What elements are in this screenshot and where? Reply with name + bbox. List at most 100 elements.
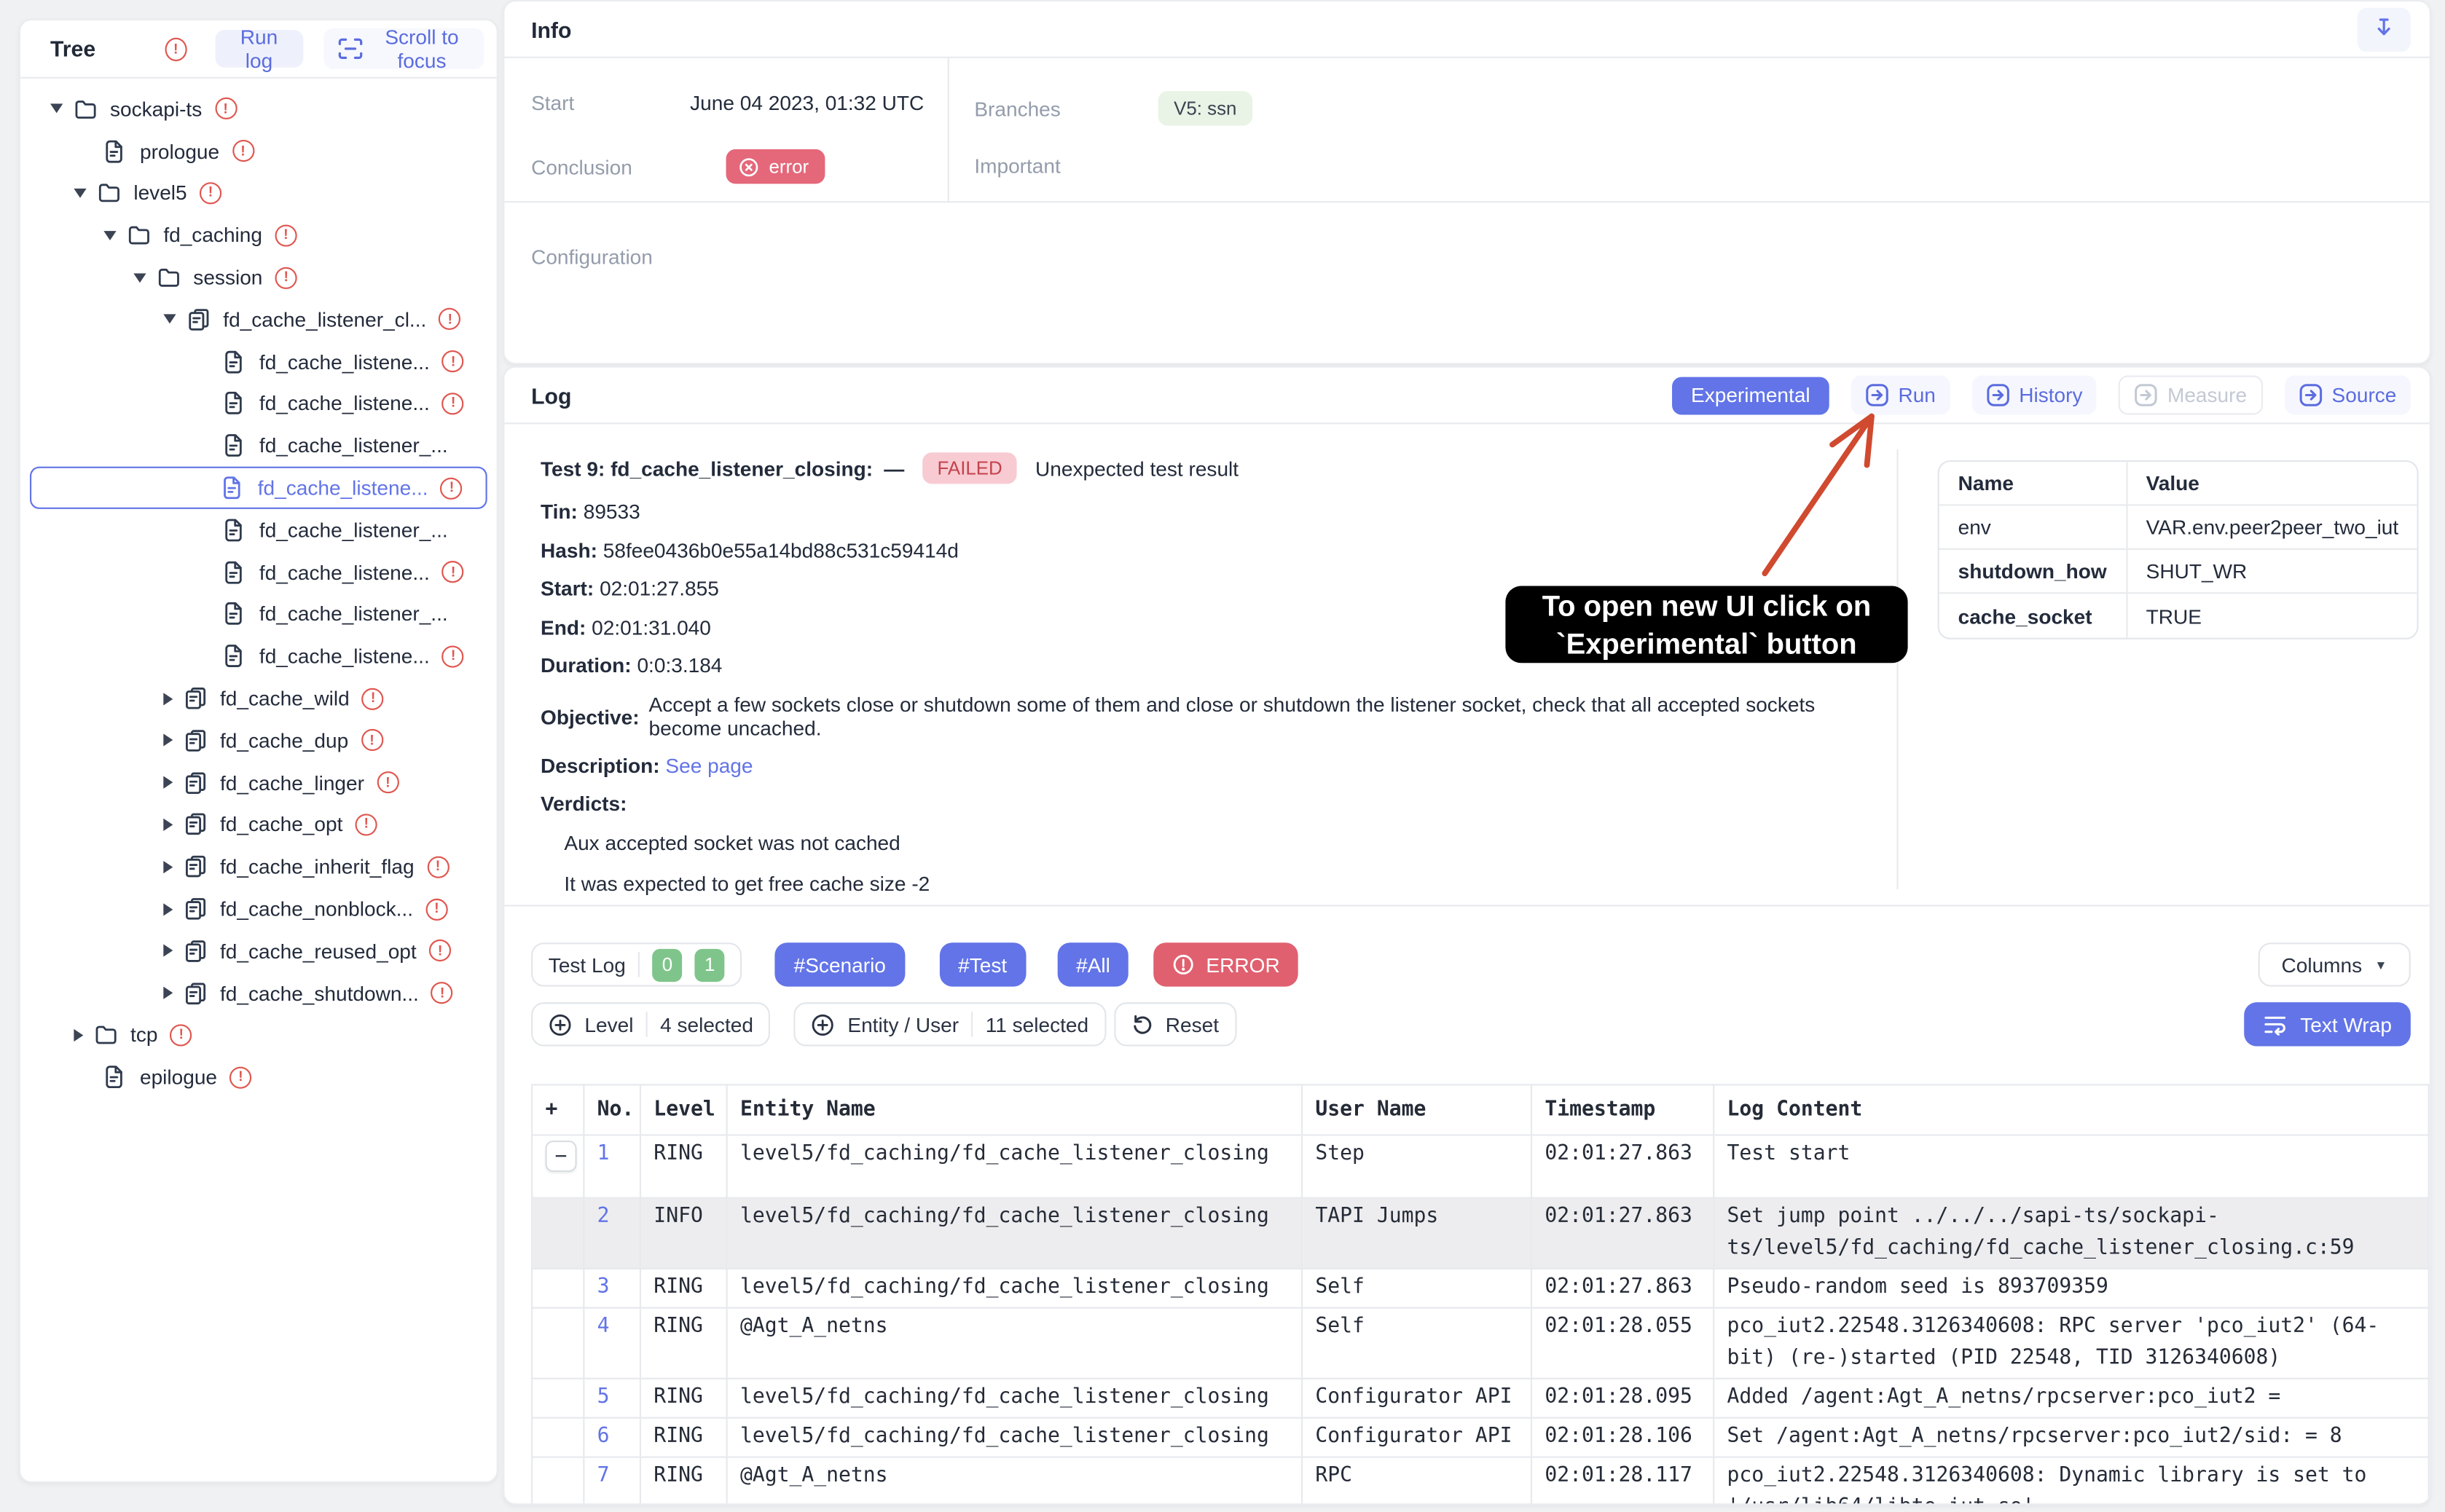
caret-down-icon[interactable]: [74, 189, 86, 198]
details-divider: [1896, 449, 1898, 889]
caret-right-icon[interactable]: [163, 776, 173, 789]
download-button[interactable]: [2358, 7, 2411, 51]
tree-item[interactable]: fd_cache_listener_cl...!: [20, 299, 497, 341]
log-row: 2INFOlevel5/fd_caching/fd_cache_listener…: [532, 1198, 2428, 1269]
tree-item-label: fd_cache_listener_...: [259, 434, 448, 457]
caret-right-icon[interactable]: [163, 902, 173, 915]
scenario-filter-button[interactable]: #Scenario: [775, 942, 905, 986]
entity-name-cell: level5/fd_caching/fd_cache_listener_clos…: [727, 1418, 1302, 1457]
folder-icon: [94, 1025, 119, 1045]
divider: [971, 1012, 973, 1037]
caret-right-icon[interactable]: [74, 1029, 83, 1042]
error-icon: !: [200, 182, 221, 204]
caret-right-icon[interactable]: [163, 734, 173, 747]
measure-button[interactable]: Measure: [2119, 376, 2263, 415]
tree-item[interactable]: epilogue!: [20, 1056, 497, 1098]
tree-item[interactable]: fd_cache_listene...!: [20, 551, 497, 594]
caret-right-icon[interactable]: [163, 945, 173, 957]
tree-item[interactable]: session!: [20, 256, 497, 299]
tree-item[interactable]: fd_cache_wild!: [20, 677, 497, 720]
caret-right-icon[interactable]: [163, 819, 173, 831]
log-header: Log Experimental Run History Measure S: [504, 368, 2429, 425]
tree-item[interactable]: fd_cache_shutdown...!: [20, 972, 497, 1015]
text-wrap-button[interactable]: Text Wrap: [2244, 1002, 2411, 1046]
collapse-row-button[interactable]: −: [545, 1141, 576, 1172]
caret-down-icon[interactable]: [103, 231, 116, 240]
tree-item[interactable]: fd_cache_dup!: [20, 720, 497, 762]
tree-item[interactable]: prologue!: [20, 130, 497, 173]
log-row: 7RING@Agt_A_netnsRPC02:01:28.117pco_iut2…: [532, 1457, 2428, 1505]
timestamp-cell: 02:01:28.095: [1531, 1379, 1714, 1418]
tree-item[interactable]: fd_caching!: [20, 214, 497, 256]
scroll-to-focus-button[interactable]: Scroll to focus: [323, 28, 484, 69]
tree-item[interactable]: fd_cache_listene...!: [20, 635, 497, 677]
tree-item[interactable]: fd_cache_listene...!: [30, 467, 487, 509]
see-page-link[interactable]: See page: [665, 753, 753, 776]
caret-right-icon[interactable]: [163, 987, 173, 999]
conclusion-label: Conclusion: [531, 154, 632, 178]
tree-item[interactable]: fd_cache_opt!: [20, 803, 497, 846]
test-log-pill[interactable]: Test Log 0 1: [531, 942, 742, 986]
timestamp-cell: 02:01:27.863: [1531, 1135, 1714, 1197]
history-button[interactable]: History: [1972, 376, 2097, 415]
test-filter-button[interactable]: #Test: [939, 942, 1026, 986]
caret-right-icon[interactable]: [163, 860, 173, 873]
all-filter-button[interactable]: #All: [1057, 942, 1129, 986]
tree-item-label: fd_caching: [163, 224, 262, 247]
row-number-link[interactable]: 3: [584, 1269, 640, 1308]
arrow-box-icon: [2135, 383, 2158, 406]
tree-item[interactable]: fd_cache_listener_...: [20, 425, 497, 467]
tree-item[interactable]: fd_cache_listener_...: [20, 509, 497, 551]
row-number-link[interactable]: 1: [584, 1135, 640, 1197]
tree-item-label: fd_cache_wild: [220, 687, 350, 710]
source-button[interactable]: Source: [2285, 376, 2411, 415]
log-row: 4RING@Agt_A_netnsSelf02:01:28.055pco_iut…: [532, 1308, 2428, 1379]
suite-icon: [184, 897, 209, 921]
duration-value: 0:0:3.184: [637, 653, 722, 677]
verdict-item: It was expected to get free cache size -…: [564, 872, 1876, 895]
reset-button[interactable]: Reset: [1114, 1002, 1236, 1046]
tree-item[interactable]: fd_cache_reused_opt!: [20, 930, 497, 972]
row-number-link[interactable]: 7: [584, 1457, 640, 1505]
tree-item[interactable]: fd_cache_listene...!: [20, 382, 497, 425]
annotation-callout: To open new UI click on `Experimental` b…: [1505, 586, 1907, 664]
columns-dropdown[interactable]: Columns ▼: [2258, 942, 2411, 986]
entity-user-filter-pill[interactable]: Entity / User 11 selected: [794, 1002, 1106, 1046]
app-canvas: Tree ! Run log Scroll to focus sockapi-t…: [0, 0, 2445, 1511]
experimental-button[interactable]: Experimental: [1672, 377, 1829, 414]
info-body: Start June 04 2023, 01:32 UTC Conclusion…: [504, 58, 2429, 202]
level-cell: RING: [640, 1379, 727, 1418]
tree-item[interactable]: tcp!: [20, 1014, 497, 1056]
objective-text: Accept a few sockets close or shutdown s…: [649, 692, 1853, 741]
caret-down-icon[interactable]: [163, 315, 176, 324]
error-filter-button[interactable]: ERROR: [1154, 942, 1298, 986]
error-icon: !: [442, 561, 464, 583]
important-label: Important: [974, 154, 1060, 177]
expand-cell: [532, 1457, 584, 1505]
tree-item[interactable]: fd_cache_listene...!: [20, 341, 497, 383]
tree-item[interactable]: fd_cache_listener_...: [20, 593, 497, 635]
row-number-link[interactable]: 4: [584, 1308, 640, 1379]
level-filter-pill[interactable]: Level 4 selected: [531, 1002, 771, 1046]
tree-item[interactable]: fd_cache_linger!: [20, 762, 497, 804]
caret-right-icon[interactable]: [163, 692, 173, 704]
run-log-button[interactable]: Run log: [215, 30, 303, 68]
run-button[interactable]: Run: [1851, 376, 1950, 415]
row-number-link[interactable]: 2: [584, 1198, 640, 1269]
caret-down-icon[interactable]: [50, 104, 63, 114]
tree-item[interactable]: sockapi-ts!: [20, 88, 497, 130]
arrow-box-icon: [2299, 383, 2322, 406]
file-icon: [103, 1066, 129, 1089]
row-number-link[interactable]: 6: [584, 1418, 640, 1457]
download-icon: [2373, 17, 2395, 41]
error-icon: !: [214, 98, 236, 120]
tree-item[interactable]: level5!: [20, 172, 497, 214]
divider: [638, 952, 640, 977]
tree-item-label: fd_cache_nonblock...: [220, 897, 413, 921]
row-number-link[interactable]: 5: [584, 1379, 640, 1418]
tree-item[interactable]: fd_cache_nonblock...!: [20, 888, 497, 930]
tree-item[interactable]: fd_cache_inherit_flag!: [20, 846, 497, 888]
suite-icon: [187, 308, 213, 331]
caret-down-icon[interactable]: [133, 272, 146, 282]
log-content-cell: Set jump point ../../../sapi-ts/sockapi-…: [1714, 1198, 2428, 1269]
